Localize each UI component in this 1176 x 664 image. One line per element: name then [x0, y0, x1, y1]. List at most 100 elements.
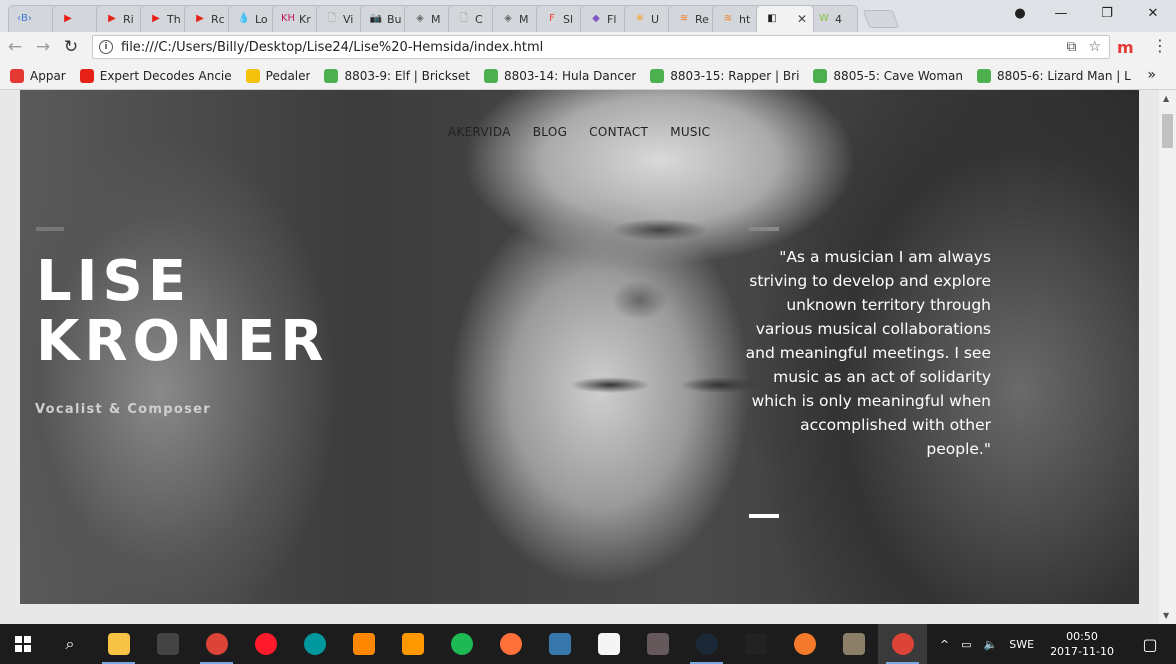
- browser-tab[interactable]: 📷 Bu: [360, 5, 410, 32]
- browser-tab[interactable]: 🗋 Vi: [316, 5, 366, 32]
- browser-tab[interactable]: ▶ Th: [140, 5, 190, 32]
- bookmark-favicon-icon: [79, 68, 94, 83]
- search-icon[interactable]: ⌕: [46, 634, 94, 654]
- taskbar-app-notepad[interactable]: [584, 624, 633, 664]
- browser-tab[interactable]: ▶: [52, 5, 102, 32]
- scroll-down-icon[interactable]: ▼: [1163, 611, 1169, 620]
- bookmark-item[interactable]: Pedaler: [245, 68, 310, 83]
- scroll-up-icon[interactable]: ▲: [1163, 94, 1169, 103]
- taskbar-app-paint-net[interactable]: [731, 624, 780, 664]
- tab-label: Lo: [255, 12, 268, 26]
- profile-icon[interactable]: ●: [1002, 6, 1038, 21]
- windows-logo-icon: [15, 636, 31, 652]
- language-indicator[interactable]: SWE: [1009, 638, 1034, 651]
- taskbar-app-firefox[interactable]: [486, 624, 535, 664]
- extension-m-icon[interactable]: m: [1117, 38, 1134, 57]
- browser-tab[interactable]: ◧ ✕: [756, 5, 814, 32]
- page-scrollbar[interactable]: ▲ ▼: [1159, 90, 1176, 624]
- atom-icon: [646, 633, 669, 655]
- tab-close-icon[interactable]: ✕: [797, 12, 807, 26]
- maximize-button[interactable]: ❐: [1084, 6, 1130, 21]
- browser-tab[interactable]: ◈ M: [492, 5, 542, 32]
- bookmark-item[interactable]: 8805-6: Lizard Man | L: [976, 68, 1131, 83]
- tab-favicon-icon: ◆: [592, 13, 600, 24]
- notification-icon[interactable]: ▢: [1130, 635, 1170, 654]
- bookmark-item[interactable]: Expert Decodes Ancie: [79, 68, 232, 83]
- volume-icon[interactable]: 🔈: [984, 638, 998, 651]
- browser-tab[interactable]: F Sl: [536, 5, 586, 32]
- browser-tab[interactable]: ▶ Ri: [96, 5, 146, 32]
- browser-tab[interactable]: W4: [808, 5, 858, 32]
- taskbar-app-vlc[interactable]: [339, 624, 388, 664]
- translate-icon[interactable]: ⧉: [1066, 39, 1076, 55]
- taskbar-app-terminal[interactable]: [143, 624, 192, 664]
- clock[interactable]: 00:50 2017-11-10: [1050, 629, 1114, 659]
- network-icon[interactable]: ▭: [961, 638, 971, 651]
- quote-accent-top: [749, 227, 779, 231]
- bookmark-star-icon[interactable]: ☆: [1088, 39, 1101, 55]
- file-explorer-icon: [107, 633, 130, 655]
- hero-section: AKERVIDA BLOG CONTACT MUSIC LISE KRONER …: [20, 90, 1139, 604]
- tray-chevron-icon[interactable]: ^: [940, 638, 949, 651]
- taskbar-app-file-explorer[interactable]: [94, 624, 143, 664]
- browser-tab[interactable]: ‹B›: [8, 5, 58, 32]
- tab-favicon-icon: W: [819, 13, 829, 24]
- nav-music[interactable]: MUSIC: [670, 125, 710, 139]
- address-text[interactable]: file:///C:/Users/Billy/Desktop/Lise24/Li…: [121, 40, 543, 55]
- start-button[interactable]: [0, 636, 46, 652]
- forward-button[interactable]: →: [30, 37, 56, 57]
- bookmark-item[interactable]: 8805-5: Cave Woman: [813, 68, 963, 83]
- tab-label: U: [651, 12, 660, 26]
- bookmark-favicon-icon: [484, 68, 499, 83]
- tab-favicon-icon: ≋: [723, 13, 733, 24]
- browser-tab[interactable]: 🗋 C: [448, 5, 498, 32]
- taskbar-app-chrome[interactable]: [192, 624, 241, 664]
- clock-time: 00:50: [1066, 630, 1098, 643]
- scrollbar-thumb[interactable]: [1162, 114, 1173, 148]
- new-tab-button[interactable]: [862, 10, 900, 28]
- taskbar-app-chrome-active[interactable]: [878, 624, 927, 664]
- browser-tab[interactable]: ◈ M: [404, 5, 454, 32]
- nav-contact[interactable]: CONTACT: [589, 125, 648, 139]
- bookmark-item[interactable]: 8803-14: Hula Dancer: [484, 68, 636, 83]
- browser-tab[interactable]: ◆ Fl: [580, 5, 630, 32]
- bookmark-item[interactable]: 8803-15: Rapper | Bri: [650, 68, 800, 83]
- bookmarks-overflow-icon[interactable]: »: [1147, 67, 1156, 83]
- bookmark-label: 8803-15: Rapper | Bri: [670, 68, 800, 83]
- browser-tab[interactable]: ▶ Rc: [184, 5, 234, 32]
- address-bar[interactable]: i file:///C:/Users/Billy/Desktop/Lise24/…: [92, 35, 1110, 59]
- browser-menu-icon[interactable]: ⋮: [1152, 36, 1168, 55]
- artist-subtitle: Vocalist & Composer: [35, 402, 211, 417]
- taskbar-app-gimp[interactable]: [829, 624, 878, 664]
- browser-tab[interactable]: 💧 Lo: [228, 5, 278, 32]
- tab-favicon-icon: 🗋: [327, 13, 337, 24]
- taskbar-app-steam[interactable]: [682, 624, 731, 664]
- nav-blog[interactable]: BLOG: [533, 125, 567, 139]
- back-button[interactable]: ←: [2, 37, 28, 57]
- reload-button[interactable]: ↻: [58, 37, 84, 57]
- taskbar-app-arduino[interactable]: [290, 624, 339, 664]
- browser-tab[interactable]: KH Kr: [272, 5, 322, 32]
- title-accent-bar: [36, 227, 64, 231]
- browser-tab[interactable]: ≋ Re: [668, 5, 718, 32]
- taskbar-app-sublime-text[interactable]: [388, 624, 437, 664]
- opera-icon: [254, 633, 277, 655]
- site-info-icon[interactable]: i: [99, 40, 113, 54]
- steam-icon: [695, 633, 718, 655]
- close-window-button[interactable]: ✕: [1130, 6, 1176, 21]
- taskbar-app-spotify[interactable]: [437, 624, 486, 664]
- bookmark-favicon-icon: [245, 68, 260, 83]
- artist-name-line2: KRONER: [36, 309, 329, 374]
- bookmark-label: Appar: [30, 68, 66, 83]
- bookmark-item[interactable]: 8803-9: Elf | Brickset: [324, 68, 470, 83]
- taskbar-app-atom[interactable]: [633, 624, 682, 664]
- tab-label: M: [519, 12, 529, 26]
- minimize-button[interactable]: —: [1038, 6, 1084, 21]
- bookmark-item[interactable]: Appar: [10, 68, 66, 83]
- nav-akervida[interactable]: AKERVIDA: [448, 125, 511, 139]
- browser-tab[interactable]: ✳ U: [624, 5, 674, 32]
- taskbar-app-python[interactable]: [535, 624, 584, 664]
- browser-tab[interactable]: ≋ ht: [712, 5, 762, 32]
- taskbar-app-opera[interactable]: [241, 624, 290, 664]
- taskbar-app-blender[interactable]: [780, 624, 829, 664]
